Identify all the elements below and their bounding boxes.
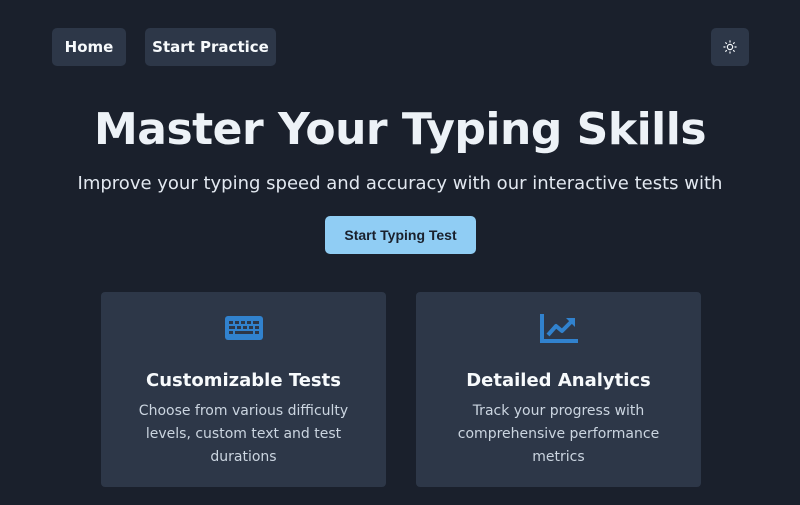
start-typing-test-button[interactable]: Start Typing Test xyxy=(325,216,476,254)
sun-icon xyxy=(723,40,737,54)
feature-title: Detailed Analytics xyxy=(466,370,651,391)
home-button[interactable]: Home xyxy=(52,28,126,66)
feature-description: Choose from various difficulty levels, c… xyxy=(138,403,349,465)
feature-title: Customizable Tests xyxy=(146,370,341,391)
hero-title: Master Your Typing Skills xyxy=(93,104,707,155)
start-practice-button[interactable]: Start Practice xyxy=(145,28,276,66)
chart-line-icon xyxy=(539,314,578,343)
feature-card-analytics: Detailed Analytics Track your progress w… xyxy=(416,292,701,487)
top-nav: Home Start Practice xyxy=(52,28,749,66)
theme-toggle-button[interactable] xyxy=(711,28,749,66)
feature-description: Track your progress with comprehensive p… xyxy=(457,403,660,465)
keyboard-icon xyxy=(224,316,263,340)
feature-card-customizable: Customizable Tests Choose from various d… xyxy=(101,292,386,487)
hero-subtitle: Improve your typing speed and accuracy w… xyxy=(77,173,723,194)
